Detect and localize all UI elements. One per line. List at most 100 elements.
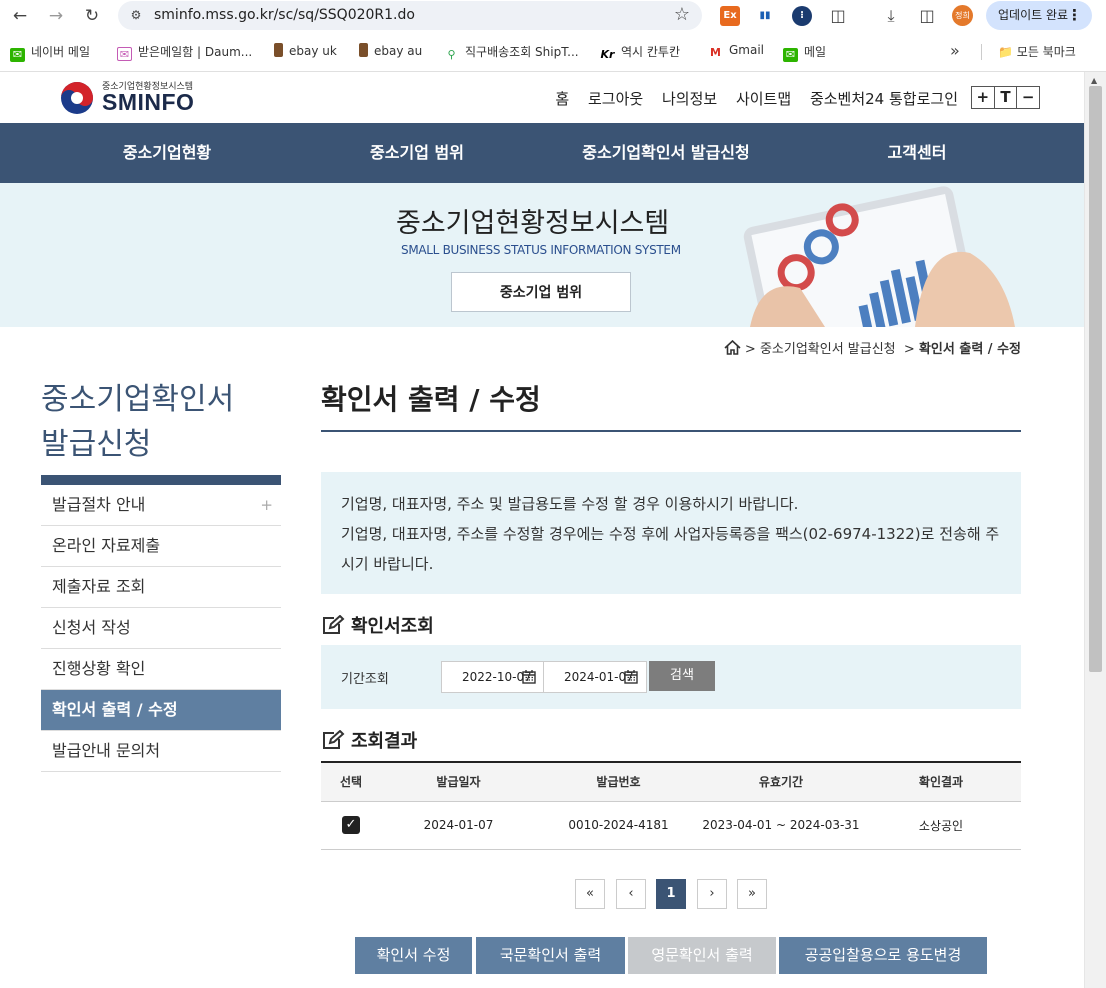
gnb-customer-center[interactable]: 고객센터	[842, 123, 992, 183]
page-prev-button[interactable]: ‹	[616, 879, 646, 909]
bookmark-ebay-au[interactable]: ebay au	[359, 43, 422, 58]
bookmark-kantukan[interactable]: Kr 역시 칸투칸	[600, 43, 681, 62]
site-info-icon[interactable]: ⚙	[128, 7, 144, 23]
utility-links: 홈 로그아웃 나의정보 사이트맵 중소벤처24 통합로그인	[541, 88, 958, 109]
dashboard-extension-icon[interactable]: ⁝	[792, 6, 812, 26]
print-korean-certificate-button[interactable]: 국문확인서 출력	[476, 937, 625, 974]
change-to-public-bid-button[interactable]: 공공입찰용으로 용도변경	[779, 937, 987, 974]
lnb-item-progress-check[interactable]: 진행상황 확인	[41, 649, 281, 690]
gnb-sme-status[interactable]: 중소기업현황	[92, 123, 242, 183]
lnb-top-bar	[41, 475, 281, 485]
table-row: ✓ 2024-01-07 0010-2024-4181 2023-04-01 ~…	[321, 801, 1021, 850]
sidepanel-icon[interactable]: ◫	[916, 5, 938, 27]
gnb-certificate-application[interactable]: 중소기업확인서 발급신청	[566, 123, 766, 183]
col-issue-date: 발급일자	[381, 761, 536, 802]
gnb-sme-scope[interactable]: 중소기업 범위	[342, 123, 492, 183]
row-select-cell: ✓	[321, 801, 381, 850]
search-button[interactable]: 검색	[649, 661, 715, 691]
notice-line-2: 기업명, 대표자명, 주소를 수정할 경우에는 수정 후에 사업자등록증을 팩스…	[341, 525, 1000, 573]
util-home-link[interactable]: 홈	[555, 90, 569, 108]
download-icon[interactable]: ⤓	[880, 5, 902, 27]
url-text[interactable]: sminfo.mss.go.kr/sc/sq/SSQ020R1.do	[154, 7, 415, 23]
lnb-item-process-guide[interactable]: 발급절차 안내 +	[41, 485, 281, 526]
home-icon[interactable]	[724, 340, 741, 355]
bookmark-label: ebay au	[374, 44, 423, 58]
back-icon[interactable]: ←	[9, 5, 31, 27]
hero-title: 중소기업현황정보시스템	[396, 208, 670, 239]
bookmark-ebay-uk[interactable]: ebay uk	[274, 43, 337, 58]
page-current-button[interactable]: 1	[656, 879, 686, 909]
lnb-item-application-write[interactable]: 신청서 작성	[41, 608, 281, 649]
extensions-puzzle-icon[interactable]: ◫	[827, 5, 849, 27]
page-last-button[interactable]: »	[737, 879, 767, 909]
edit-certificate-button[interactable]: 확인서 수정	[355, 937, 472, 974]
lnb-item-inquiry-contact[interactable]: 발급안내 문의처	[41, 731, 281, 772]
forward-icon[interactable]: →	[45, 5, 67, 27]
bookmark-label: ebay uk	[289, 44, 337, 58]
all-bookmarks-folder[interactable]: 📁 모든 북마크	[998, 43, 1076, 60]
address-bar[interactable]: ⚙ sminfo.mss.go.kr/sc/sq/SSQ020R1.do ☆	[118, 1, 702, 30]
util-sitemap-link[interactable]: 사이트맵	[736, 90, 791, 108]
menu-kebab-icon[interactable]: ⋮	[1067, 1, 1082, 30]
update-label: 업데이트 완료	[998, 8, 1069, 22]
font-reset-button[interactable]: T	[995, 87, 1018, 108]
bookmarks-more-icon[interactable]: »	[950, 41, 960, 60]
bookmark-naver-mail[interactable]: ✉ 네이버 메일	[10, 43, 90, 62]
date-to-input[interactable]: 2024-01-07	[543, 661, 647, 693]
ex-extension-icon[interactable]: Ex	[720, 6, 740, 26]
lnb-item-print-edit[interactable]: 확인서 출력 / 수정	[41, 690, 281, 731]
bookmark-gmail[interactable]: M Gmail	[708, 43, 764, 60]
col-valid-period: 유효기간	[701, 761, 861, 802]
calendar-icon[interactable]	[522, 670, 536, 684]
bookmark-daum-mail[interactable]: ✉ 받은메일함 | Daum...	[117, 43, 252, 61]
lnb-item-submitted-lookup[interactable]: 제출자료 조회	[41, 567, 281, 608]
reload-icon[interactable]: ↻	[81, 5, 103, 27]
print-english-certificate-button[interactable]: 영문확인서 출력	[628, 937, 776, 974]
taegeuk-emblem-icon	[61, 82, 93, 114]
update-button[interactable]: 업데이트 완료 ⋮	[986, 1, 1092, 30]
bookmark-label: 역시 칸투칸	[621, 45, 681, 59]
hero-subtitle: SMALL BUSINESS STATUS INFORMATION SYSTEM	[401, 243, 681, 257]
search-section-label: 확인서조회	[351, 616, 434, 637]
edit-pen-icon	[323, 615, 345, 634]
calendar-icon[interactable]	[624, 670, 638, 684]
font-increase-button[interactable]: +	[972, 87, 995, 108]
ebay-icon	[274, 43, 283, 57]
lnb-item-label: 온라인 자료제출	[52, 536, 161, 555]
row-result: 소상공인	[861, 801, 1021, 850]
font-decrease-button[interactable]: −	[1017, 87, 1039, 108]
naver-mail-icon: ✉	[10, 48, 25, 62]
col-select: 선택	[321, 761, 381, 802]
lnb-title-line2: 발급신청	[41, 427, 152, 462]
expand-plus-icon[interactable]: +	[260, 485, 273, 525]
bookmark-star-icon[interactable]: ☆	[674, 4, 690, 25]
bookmark-label: 메일	[804, 45, 827, 59]
util-myinfo-link[interactable]: 나의정보	[662, 90, 717, 108]
profile-avatar[interactable]: 정희	[952, 5, 973, 26]
date-from-input[interactable]: 2022-10-07	[441, 661, 545, 693]
ebay-icon	[359, 43, 368, 57]
result-section-label: 조회결과	[351, 731, 418, 752]
notice-line-1: 기업명, 대표자명, 주소 및 발급용도를 수정 할 경우 이용하시기 바랍니다…	[341, 495, 799, 513]
search-section-title: 확인서조회	[321, 612, 434, 638]
search-form: 기간조회 2022-10-07 2024-01-07 검색	[321, 645, 1021, 709]
page-scrollbar[interactable]: ▲	[1084, 72, 1106, 988]
chart-extension-icon[interactable]: ▮▮	[755, 6, 775, 26]
bookmark-label: 받은메일함 | Daum...	[138, 45, 253, 59]
lnb-item-online-submission[interactable]: 온라인 자료제출	[41, 526, 281, 567]
scrollbar-thumb[interactable]	[1089, 86, 1102, 672]
hero-sme-scope-button[interactable]: 중소기업 범위	[451, 272, 631, 312]
breadcrumb-level1[interactable]: 중소기업확인서 발급신청	[760, 342, 896, 357]
site-header: 중소기업현황정보시스템 SMINFO 홈 로그아웃 나의정보 사이트맵 중소벤처…	[0, 72, 1084, 123]
row-checkbox[interactable]: ✓	[342, 816, 360, 834]
sminfo-logo[interactable]: 중소기업현황정보시스템 SMINFO	[60, 78, 210, 118]
page-first-button[interactable]: «	[575, 879, 605, 909]
result-table: 선택 발급일자 발급번호 유효기간 확인결과 ✓ 2024-01-07 0010…	[321, 761, 1021, 850]
bookmark-shiptrack[interactable]: ⚲ 직구배송조회 ShipT...	[444, 43, 578, 62]
bookmark-mail[interactable]: ✉ 메일	[783, 43, 826, 62]
scroll-up-icon[interactable]: ▲	[1091, 76, 1097, 85]
page-next-button[interactable]: ›	[697, 879, 727, 909]
util-logout-link[interactable]: 로그아웃	[588, 90, 643, 108]
table-header-row: 선택 발급일자 발급번호 유효기간 확인결과	[321, 761, 1021, 802]
util-integrated-login-link[interactable]: 중소벤처24 통합로그인	[810, 90, 958, 108]
